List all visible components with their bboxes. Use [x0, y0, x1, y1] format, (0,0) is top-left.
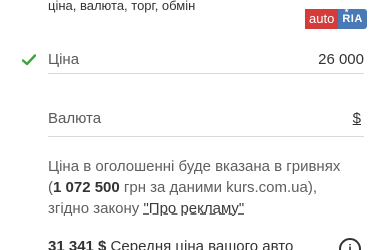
note-law-prefix: згідно закону: [48, 200, 144, 217]
info-icon[interactable]: i: [339, 238, 361, 250]
price-value[interactable]: 26 000: [318, 51, 364, 68]
price-label: Ціна: [48, 51, 80, 68]
note-line1: Ціна в оголошенні буде вказана в гривнях: [48, 158, 341, 175]
law-link[interactable]: "Про рекламу": [143, 200, 244, 217]
average-price-line: 31 341 $ Середня ціна вашого авто: [48, 238, 338, 250]
logo-auto-text: auto: [305, 9, 339, 29]
autoria-logo: auto ★ RIA: [305, 8, 367, 29]
currency-field[interactable]: Валюта $: [48, 101, 364, 137]
average-price-amount: 31 341 $: [48, 238, 107, 250]
price-field[interactable]: Ціна 26 000: [48, 46, 364, 74]
note-uah-rest: грн за даними kurs.com.ua),: [119, 179, 318, 196]
uah-amount: 1 072 500: [53, 179, 120, 196]
star-icon: ★: [344, 8, 350, 14]
currency-selector[interactable]: $: [353, 110, 361, 127]
logo-ria-text: ★ RIA: [338, 8, 367, 29]
check-icon: [22, 54, 36, 66]
section-subheader: ціна, валюта, торг, обмін: [48, 0, 196, 13]
currency-label: Валюта: [48, 110, 102, 127]
logo-ria-label: RIA: [342, 13, 363, 25]
price-note: Ціна в оголошенні буде вказана в гривнях…: [48, 156, 368, 219]
average-price-text: Середня ціна вашого авто: [106, 238, 294, 250]
